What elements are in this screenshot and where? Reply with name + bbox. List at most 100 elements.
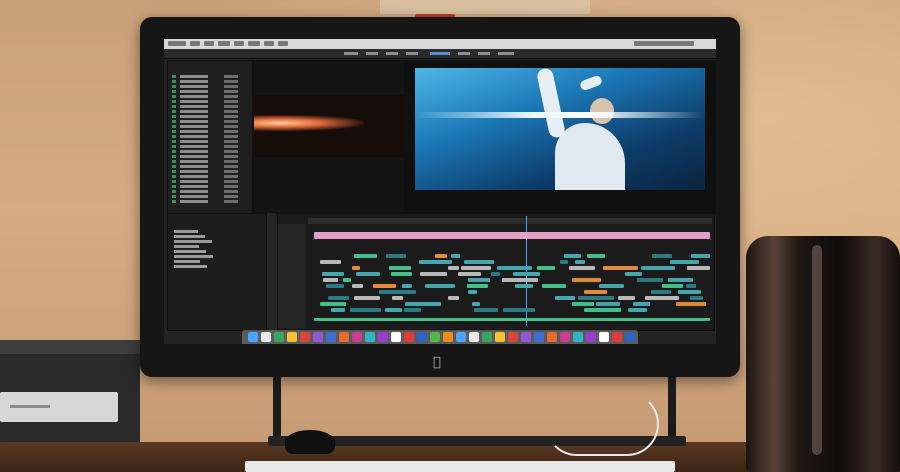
timeline-clip[interactable] bbox=[569, 266, 595, 270]
workspace-tab-active[interactable] bbox=[430, 52, 450, 55]
project-file-row[interactable] bbox=[172, 80, 248, 83]
timeline-clip[interactable] bbox=[618, 296, 635, 300]
project-file-row[interactable] bbox=[172, 170, 248, 173]
timeline-clip[interactable] bbox=[458, 272, 481, 276]
project-file-row[interactable] bbox=[172, 115, 248, 118]
menu-item[interactable] bbox=[218, 41, 230, 46]
timeline-clip[interactable] bbox=[676, 302, 706, 306]
timeline-clip[interactable] bbox=[503, 308, 535, 312]
workspace-tab[interactable] bbox=[406, 52, 418, 55]
dock-app-icon[interactable] bbox=[560, 332, 570, 342]
timeline-clip[interactable] bbox=[572, 278, 601, 282]
project-file-row[interactable] bbox=[172, 200, 248, 203]
project-file-row[interactable] bbox=[172, 165, 248, 168]
timeline-clip[interactable] bbox=[491, 272, 500, 276]
project-file-row[interactable] bbox=[172, 155, 248, 158]
timeline-clip[interactable] bbox=[350, 308, 381, 312]
project-file-row[interactable] bbox=[172, 185, 248, 188]
timeline-clip[interactable] bbox=[587, 254, 605, 258]
timeline-clip[interactable] bbox=[320, 302, 346, 306]
project-file-row[interactable] bbox=[172, 105, 248, 108]
timeline-clip[interactable] bbox=[599, 284, 624, 288]
timeline-clip[interactable] bbox=[467, 284, 488, 288]
timeline-clip[interactable] bbox=[603, 266, 638, 270]
workspace-tab[interactable] bbox=[344, 52, 358, 55]
timeline-clip[interactable] bbox=[584, 308, 621, 312]
dock-app-icon[interactable] bbox=[287, 332, 297, 342]
timeline-clip[interactable] bbox=[386, 254, 406, 258]
dock-app-icon[interactable] bbox=[625, 332, 635, 342]
menu-item[interactable] bbox=[168, 41, 186, 46]
dock-app-icon[interactable] bbox=[586, 332, 596, 342]
dock-app-icon[interactable] bbox=[378, 332, 388, 342]
timeline-clip[interactable] bbox=[331, 308, 345, 312]
timeline-clip[interactable] bbox=[464, 260, 494, 264]
timeline-clip[interactable] bbox=[542, 284, 566, 288]
effects-list-item[interactable] bbox=[174, 255, 213, 258]
timeline-clip[interactable] bbox=[497, 266, 532, 270]
dock-app-icon[interactable] bbox=[430, 332, 440, 342]
timeline-clip[interactable] bbox=[637, 278, 663, 282]
dock-app-icon[interactable] bbox=[326, 332, 336, 342]
timeline-clip[interactable] bbox=[690, 296, 703, 300]
timeline-clip[interactable] bbox=[474, 308, 498, 312]
timeline-clip[interactable] bbox=[468, 278, 490, 282]
menu-bar[interactable] bbox=[164, 39, 716, 49]
tools-strip[interactable] bbox=[267, 213, 275, 329]
dock-app-icon[interactable] bbox=[456, 332, 466, 342]
timeline-clip[interactable] bbox=[419, 260, 452, 264]
timeline-clip[interactable] bbox=[356, 272, 380, 276]
timeline-clip[interactable] bbox=[625, 272, 642, 276]
timeline-clip[interactable] bbox=[555, 296, 575, 300]
dock-app-icon[interactable] bbox=[443, 332, 453, 342]
timeline-clip[interactable] bbox=[645, 296, 679, 300]
effects-list-item[interactable] bbox=[174, 235, 205, 238]
timeline-clip[interactable] bbox=[435, 254, 447, 258]
timeline-clip[interactable] bbox=[354, 296, 380, 300]
timeline-clip[interactable] bbox=[537, 266, 555, 270]
timeline-clip[interactable] bbox=[373, 284, 396, 288]
effects-list-item[interactable] bbox=[174, 260, 200, 263]
timeline-clip[interactable] bbox=[628, 308, 647, 312]
timeline-clip[interactable] bbox=[328, 296, 349, 300]
timeline-clip[interactable] bbox=[326, 284, 344, 288]
dock-app-icon[interactable] bbox=[547, 332, 557, 342]
timeline-clip[interactable] bbox=[461, 266, 491, 270]
dock-app-icon[interactable] bbox=[313, 332, 323, 342]
effects-list-item[interactable] bbox=[174, 245, 199, 248]
timeline-clip[interactable] bbox=[320, 260, 341, 264]
timeline-clip[interactable] bbox=[578, 296, 614, 300]
timeline-clip[interactable] bbox=[572, 302, 594, 306]
dock-app-icon[interactable] bbox=[495, 332, 505, 342]
workspace-tab[interactable] bbox=[366, 52, 378, 55]
timeline-panel[interactable] bbox=[277, 213, 715, 331]
dock-app-icon[interactable] bbox=[482, 332, 492, 342]
timeline-clip[interactable] bbox=[472, 302, 480, 306]
project-file-row[interactable] bbox=[172, 100, 248, 103]
timeline-clip[interactable] bbox=[354, 254, 377, 258]
timeline-clip[interactable] bbox=[389, 266, 411, 270]
timeline-clip[interactable] bbox=[515, 284, 533, 288]
dock-app-icon[interactable] bbox=[248, 332, 258, 342]
audio-clip-pink[interactable] bbox=[314, 232, 710, 239]
timeline-clip[interactable] bbox=[425, 284, 455, 288]
timeline-clip[interactable] bbox=[448, 266, 459, 270]
project-file-row[interactable] bbox=[172, 180, 248, 183]
timeline-clip[interactable] bbox=[584, 290, 607, 294]
timeline-clip[interactable] bbox=[322, 272, 344, 276]
dock-app-icon[interactable] bbox=[261, 332, 271, 342]
timeline-clip[interactable] bbox=[323, 278, 338, 282]
dock-app-icon[interactable] bbox=[391, 332, 401, 342]
timeline-clip[interactable] bbox=[468, 290, 477, 294]
timeline-clip[interactable] bbox=[391, 272, 412, 276]
dock-app-icon[interactable] bbox=[352, 332, 362, 342]
workspace-tab[interactable] bbox=[478, 52, 490, 55]
dock-app-icon[interactable] bbox=[404, 332, 414, 342]
timeline-clip[interactable] bbox=[448, 296, 459, 300]
workspace-tab[interactable] bbox=[386, 52, 398, 55]
menu-item[interactable] bbox=[204, 41, 214, 46]
project-file-row[interactable] bbox=[172, 95, 248, 98]
timeline-clip[interactable] bbox=[651, 290, 671, 294]
project-file-row[interactable] bbox=[172, 190, 248, 193]
dock-app-icon[interactable] bbox=[417, 332, 427, 342]
